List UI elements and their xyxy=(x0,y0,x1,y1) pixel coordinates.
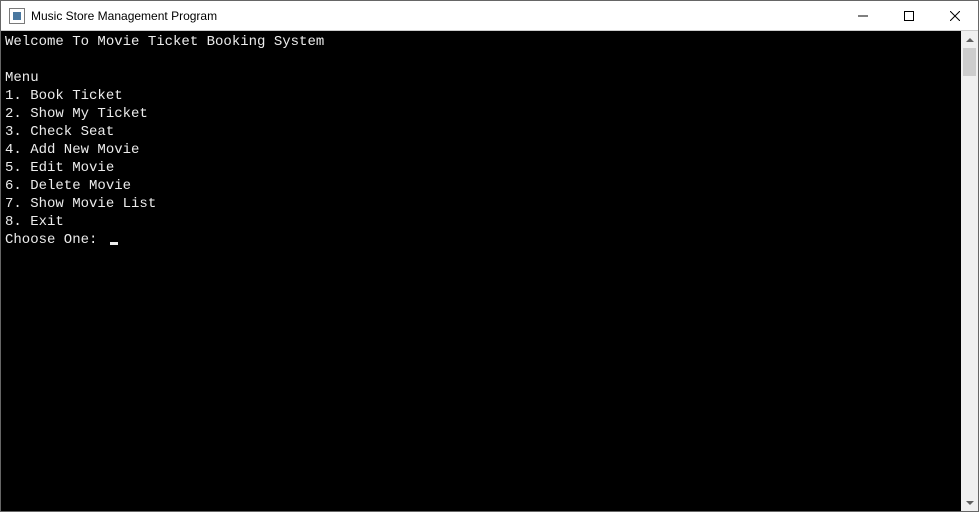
minimize-icon xyxy=(858,11,868,21)
scroll-down-button[interactable] xyxy=(961,494,978,511)
scroll-track[interactable] xyxy=(961,48,978,494)
app-window: Music Store Management Program Welcome T… xyxy=(0,0,979,512)
blank-line xyxy=(5,51,957,69)
prompt-line: Choose One: xyxy=(5,231,957,249)
close-icon xyxy=(950,11,960,21)
welcome-line: Welcome To Movie Ticket Booking System xyxy=(5,33,957,51)
menu-header: Menu xyxy=(5,69,957,87)
window-controls xyxy=(840,1,978,30)
maximize-icon xyxy=(904,11,914,21)
console-output[interactable]: Welcome To Movie Ticket Booking System M… xyxy=(1,31,961,511)
client-area: Welcome To Movie Ticket Booking System M… xyxy=(1,31,978,511)
menu-item: 5. Edit Movie xyxy=(5,159,957,177)
menu-item: 2. Show My Ticket xyxy=(5,105,957,123)
menu-item: 1. Book Ticket xyxy=(5,87,957,105)
prompt-text: Choose One: xyxy=(5,231,106,249)
window-title: Music Store Management Program xyxy=(31,9,840,23)
close-button[interactable] xyxy=(932,1,978,30)
scroll-thumb[interactable] xyxy=(963,48,976,76)
app-icon xyxy=(9,8,25,24)
menu-item: 4. Add New Movie xyxy=(5,141,957,159)
menu-item: 7. Show Movie List xyxy=(5,195,957,213)
titlebar[interactable]: Music Store Management Program xyxy=(1,1,978,31)
menu-item: 6. Delete Movie xyxy=(5,177,957,195)
maximize-button[interactable] xyxy=(886,1,932,30)
menu-item: 3. Check Seat xyxy=(5,123,957,141)
text-cursor xyxy=(110,242,118,245)
chevron-up-icon xyxy=(966,38,974,42)
minimize-button[interactable] xyxy=(840,1,886,30)
menu-item: 8. Exit xyxy=(5,213,957,231)
chevron-down-icon xyxy=(966,501,974,505)
scroll-up-button[interactable] xyxy=(961,31,978,48)
vertical-scrollbar[interactable] xyxy=(961,31,978,511)
